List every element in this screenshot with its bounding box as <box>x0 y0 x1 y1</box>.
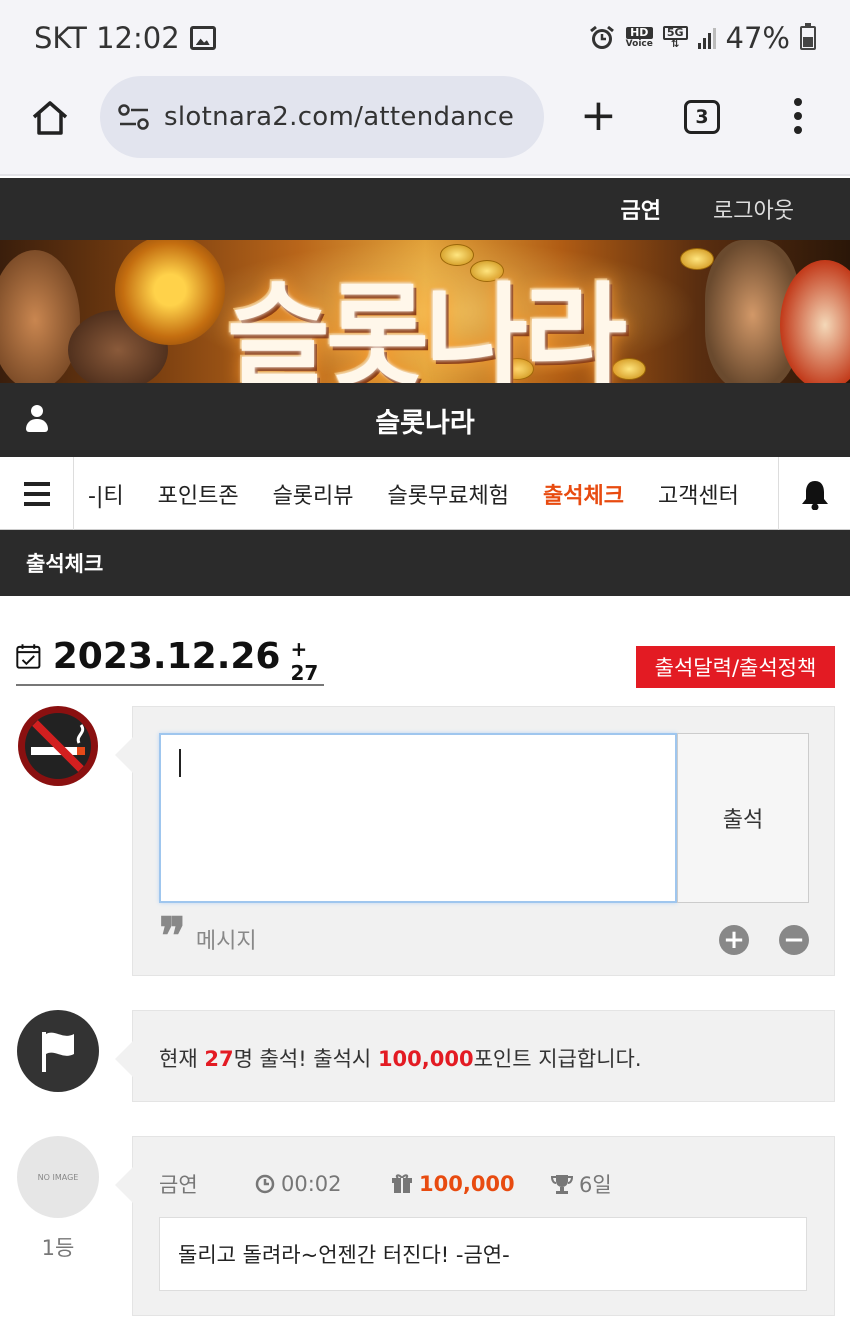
clock-icon <box>255 1174 275 1194</box>
hamburger-menu-icon[interactable] <box>0 457 74 530</box>
home-icon[interactable] <box>30 98 70 138</box>
quote-icon: ❞ <box>159 906 186 965</box>
carrier-time: SKT 12:02 <box>34 21 180 55</box>
signal-icon <box>697 27 716 49</box>
attendance-notice: 현재 27명 출석! 출석시 100,000포인트 지급합니다. <box>159 1047 642 1071</box>
attendance-submit-button[interactable]: 출석 <box>677 733 809 903</box>
gallery-notification-icon <box>189 26 216 50</box>
no-image-label: NO IMAGE <box>37 1172 79 1182</box>
attendance-message-input[interactable] <box>159 733 677 903</box>
battery-percent: 47% <box>725 21 790 55</box>
notification-bell-icon[interactable] <box>778 457 850 530</box>
alarm-icon <box>589 25 614 49</box>
nav-item-free-trial[interactable]: 슬롯무료체험 <box>388 478 509 510</box>
attendance-date: 2023.12.26 <box>52 635 281 677</box>
battery-icon <box>800 23 816 50</box>
site-settings-icon[interactable] <box>118 104 150 130</box>
entry-time: 00:02 <box>281 1172 342 1196</box>
attendance-count: + 27 <box>290 637 319 685</box>
attendance-policy-button[interactable]: 출석달력/출석정책 <box>636 646 835 688</box>
status-bar: SKT 12:02 HD Voice 5G ⇅ 47% <box>0 0 850 76</box>
text-caret <box>179 749 181 777</box>
nav-scroller[interactable]: -|티 포인트존 슬롯리뷰 슬롯무료체험 출석체크 고객센터 <box>74 457 778 530</box>
entry-meta: 금연 00:02 100,000 6일 <box>159 1169 612 1199</box>
page-heading: 출석체크 <box>0 530 850 596</box>
entry-rank: 1등 <box>41 1236 75 1260</box>
site-title[interactable]: 슬롯나라 <box>375 401 474 440</box>
entry-avatar: NO IMAGE <box>17 1136 99 1218</box>
banner-logo: 슬롯나라 <box>226 272 627 383</box>
site-title-bar: 슬롯나라 <box>0 383 850 457</box>
trophy-icon <box>551 1175 573 1194</box>
nav-item-support[interactable]: 고객센터 <box>658 478 739 510</box>
gift-icon <box>392 1174 412 1193</box>
username-link[interactable]: 금연 <box>621 193 661 225</box>
user-avatar-no-smoking <box>17 705 99 787</box>
attendance-notice-panel: 현재 27명 출석! 출석시 100,000포인트 지급합니다. <box>115 1010 835 1102</box>
message-label: 메시지 <box>195 929 257 954</box>
address-bar[interactable]: slotnara2.com/attendance <box>100 76 544 158</box>
main-nav: -|티 포인트존 슬롯리뷰 슬롯무료체험 출석체크 고객센터 <box>0 457 850 530</box>
user-profile-icon[interactable] <box>26 405 48 433</box>
entry-days: 6일 <box>579 1173 612 1197</box>
nav-item-attendance[interactable]: 출석체크 <box>543 478 624 510</box>
add-circle-icon[interactable]: + <box>719 925 749 955</box>
message-label-row: ❞ 메시지 <box>159 906 257 965</box>
entry-points: 100,000 <box>419 1172 515 1196</box>
attendee-count: 27 <box>204 1047 234 1071</box>
hd-voice-icon: HD Voice <box>625 26 653 49</box>
flag-avatar <box>17 1010 99 1092</box>
attendance-entry: 금연 00:02 100,000 6일 돌리고 돌려라~언젠간 터진다! -금연… <box>115 1136 835 1316</box>
remove-circle-icon[interactable]: − <box>779 925 809 955</box>
logout-link[interactable]: 로그아웃 <box>713 193 794 225</box>
entry-comment: 돌리고 돌려라~언젠간 터진다! -금연- <box>159 1217 807 1291</box>
reward-points: 100,000 <box>377 1047 474 1071</box>
calendar-check-icon <box>16 644 41 669</box>
nav-item-pointzone[interactable]: 포인트존 <box>158 478 239 510</box>
attendance-form-panel: 출석 ❞ 메시지 + − <box>115 706 835 976</box>
site-topbar: 금연 로그아웃 <box>0 178 850 240</box>
entry-nickname[interactable]: 금연 <box>159 1169 255 1199</box>
attendance-date-header: 2023.12.26 + 27 <box>16 628 324 686</box>
network-5g-icon: 5G ⇅ <box>662 26 688 50</box>
nav-item-community[interactable]: -|티 <box>88 478 124 510</box>
site-banner[interactable]: 슬롯나라 <box>0 240 850 383</box>
tab-switcher-button[interactable]: 3 <box>684 100 720 134</box>
url-text: slotnara2.com/attendance <box>164 102 515 132</box>
nav-item-slot-review[interactable]: 슬롯리뷰 <box>273 478 354 510</box>
browser-toolbar: slotnara2.com/attendance + 3 <box>0 76 850 176</box>
new-tab-button[interactable]: + <box>580 94 617 138</box>
more-menu-button[interactable] <box>794 98 804 140</box>
